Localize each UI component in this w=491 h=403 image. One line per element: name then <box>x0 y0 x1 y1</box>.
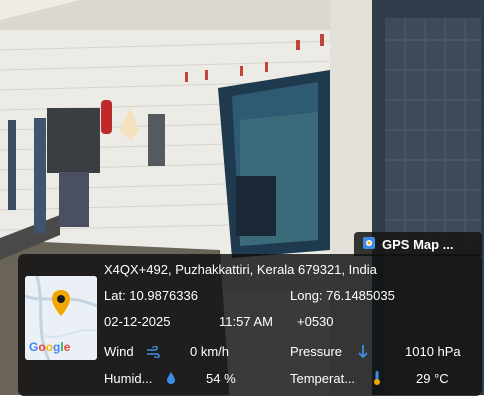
wind-value: 0 km/h <box>190 344 230 359</box>
latitude-text: Lat: 10.9876336 <box>104 288 198 303</box>
gps-map-badge: GPS Map ... <box>354 232 482 256</box>
longitude-text: Long: 76.1485035 <box>290 288 395 303</box>
thermometer-icon <box>372 370 382 391</box>
humidity-value: 54 % <box>206 371 236 386</box>
gps-map-camera-icon <box>362 236 376 253</box>
map-pin-icon <box>52 290 70 321</box>
humidity-icon <box>166 371 176 390</box>
humidity-label: Humid... <box>104 371 153 386</box>
google-logo: Google <box>29 340 71 354</box>
pressure-label: Pressure <box>290 344 343 359</box>
gps-map-title: GPS Map ... <box>382 236 454 252</box>
timezone-text: +0530 <box>297 314 334 329</box>
wind-label: Wind <box>104 344 134 359</box>
pressure-icon <box>356 344 370 363</box>
pressure-value: 1010 hPa <box>405 344 461 359</box>
map-thumbnail: Google <box>25 276 97 360</box>
address-text: X4QX+492, Puzhakkattiri, Kerala 679321, … <box>104 262 377 277</box>
gps-info-panel: Google X4QX+492, Puzhakkattiri, Kerala 6… <box>18 254 482 396</box>
wind-icon <box>146 345 160 363</box>
time-text: 11:57 AM <box>219 314 273 329</box>
temperature-value: 29 °C <box>416 371 449 386</box>
temperature-label: Temperat... <box>290 371 356 386</box>
date-text: 02-12-2025 <box>104 314 171 329</box>
